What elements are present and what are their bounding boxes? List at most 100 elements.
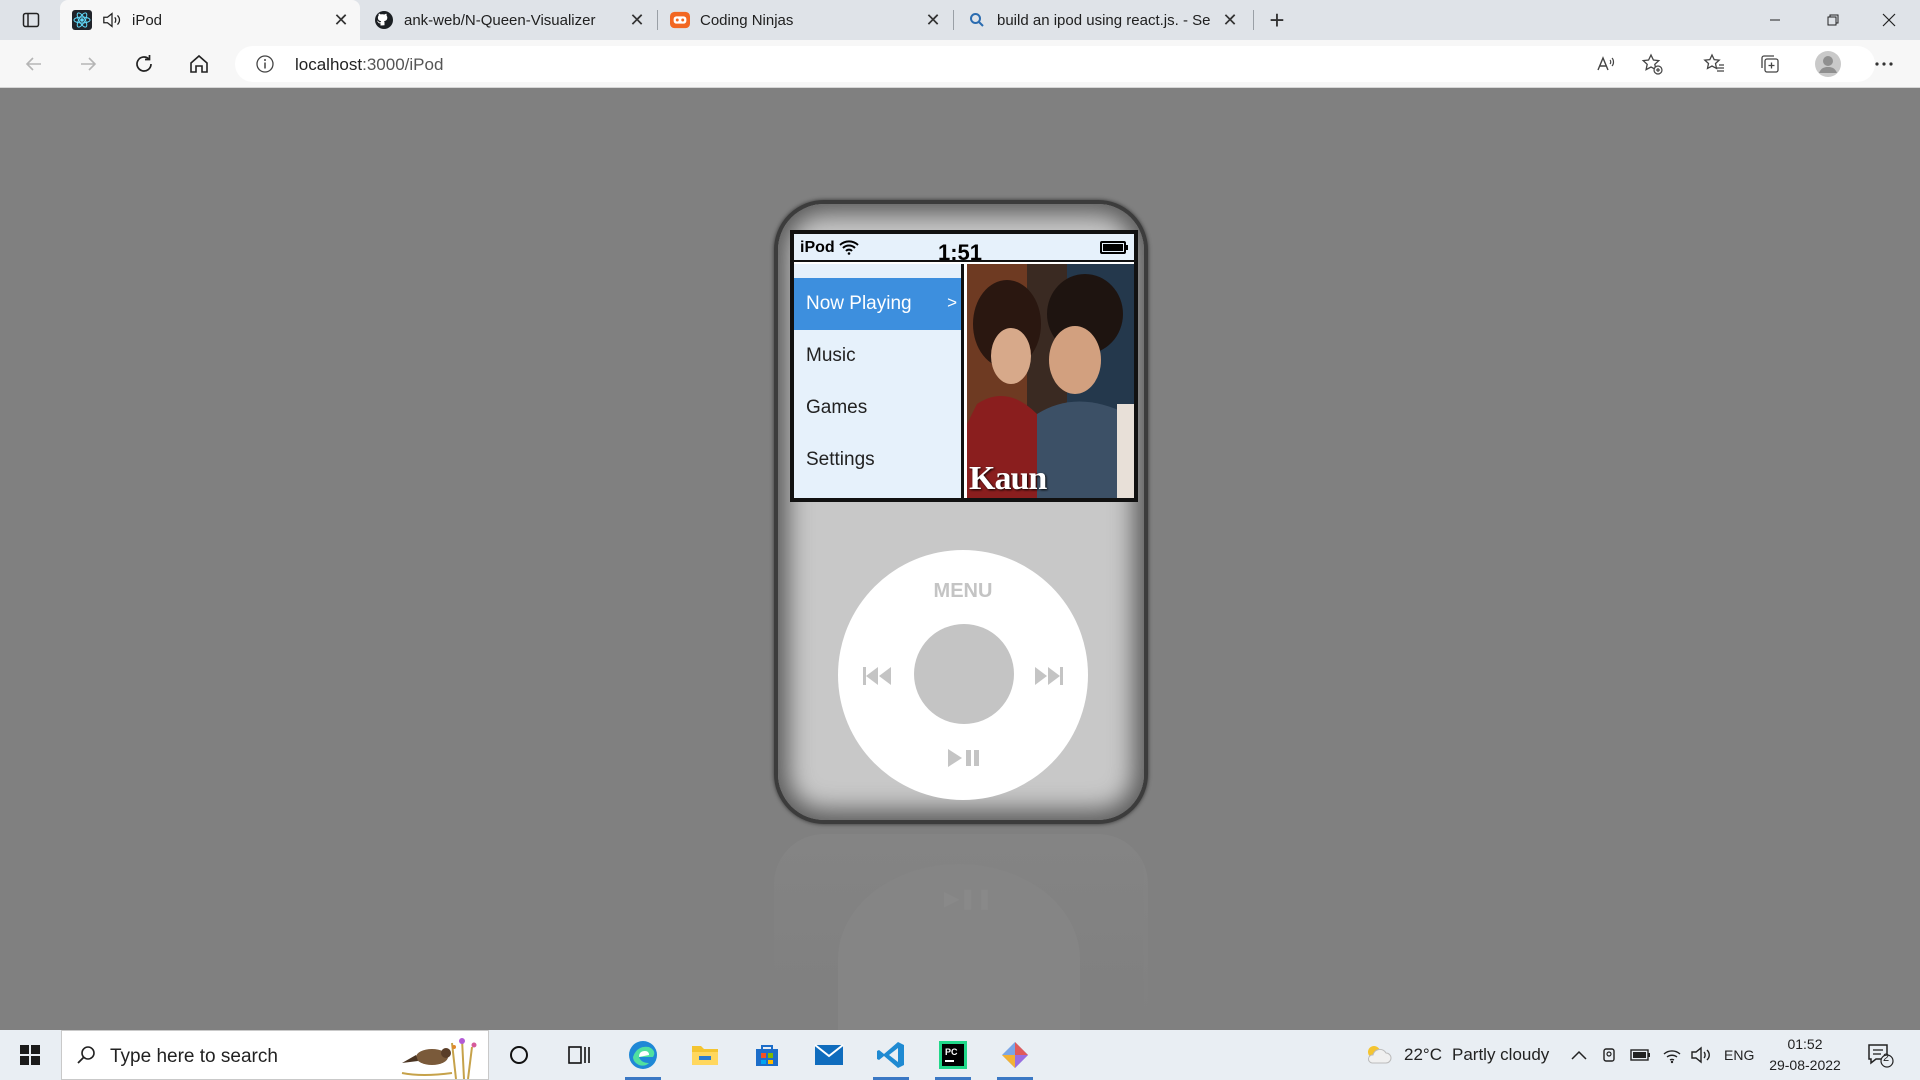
battery-icon — [1100, 241, 1128, 254]
volume-button[interactable] — [1690, 1030, 1712, 1080]
taskbar-edge[interactable] — [615, 1030, 671, 1080]
show-hidden-icons-button[interactable] — [1570, 1030, 1588, 1080]
battery-button[interactable] — [1630, 1030, 1652, 1080]
add-favorite-button[interactable] — [1634, 48, 1670, 80]
new-tab-button[interactable]: + — [1263, 5, 1291, 35]
play-pause-button[interactable] — [946, 746, 982, 770]
close-tab-icon[interactable]: ✕ — [1219, 9, 1241, 31]
taskbar-pycharm[interactable]: PC — [925, 1030, 981, 1080]
tab-strip: iPod ✕ ank-web/N-Queen-Visualizer ✕ Codi… — [0, 0, 1920, 40]
play-pause-reflection-icon: ▶❚❚ — [944, 888, 993, 910]
meet-now-icon — [1603, 1048, 1615, 1062]
task-view-button[interactable] — [551, 1030, 607, 1080]
taskbar-store[interactable] — [739, 1030, 795, 1080]
next-button[interactable] — [1032, 664, 1066, 688]
settings-menu-button[interactable] — [1866, 48, 1902, 80]
more-icon — [1875, 62, 1893, 66]
volume-icon — [1691, 1046, 1710, 1064]
close-tab-icon[interactable]: ✕ — [330, 9, 352, 31]
tab-title: ank-web/N-Queen-Visualizer — [404, 11, 596, 29]
forward-arrow-icon — [81, 57, 97, 71]
menu-item-music[interactable]: Music — [794, 330, 961, 382]
address-bar[interactable]: localhost:3000/iPod — [235, 46, 1875, 82]
rewind-icon — [863, 667, 891, 685]
partly-cloudy-icon — [1368, 1046, 1392, 1064]
taskbar-file-explorer[interactable] — [677, 1030, 733, 1080]
search-highlight-bird-icon — [401, 1038, 477, 1079]
tab-separator — [953, 10, 954, 30]
collections-button[interactable] — [1752, 48, 1788, 80]
ipod-brand-label: iPod — [800, 239, 835, 256]
minimize-icon — [1770, 19, 1780, 21]
ipod-menu: Now Playing > Music Games Settings — [794, 264, 964, 498]
coding-ninjas-icon — [670, 10, 690, 30]
wifi-icon — [1663, 1050, 1681, 1064]
url-path: :3000/iPod — [362, 55, 444, 74]
notification-icon — [1868, 1044, 1894, 1068]
taskbar-vscode[interactable] — [863, 1030, 919, 1080]
favorites-icon — [1703, 53, 1724, 72]
back-button[interactable] — [16, 48, 52, 80]
tab-actions-button[interactable] — [14, 6, 48, 34]
url-host: localhost — [295, 55, 363, 74]
refresh-button[interactable] — [126, 48, 162, 80]
favorites-button[interactable] — [1696, 48, 1732, 80]
menu-item-settings[interactable]: Settings — [794, 434, 961, 486]
forward-button[interactable] — [70, 48, 106, 80]
taskbar-time: 01:52 — [1787, 1036, 1823, 1052]
ipod-reflection: ▶❚❚ — [774, 834, 1148, 1054]
github-icon — [374, 10, 394, 30]
minimize-button[interactable] — [1752, 0, 1798, 40]
tab-coding-ninjas[interactable]: Coding Ninjas ✕ — [658, 0, 952, 40]
notification-count: 2 — [1883, 1052, 1890, 1064]
tab-actions-icon — [22, 12, 40, 28]
folder-icon — [692, 1046, 718, 1065]
close-icon — [1882, 13, 1896, 27]
menu-item-label: Games — [806, 397, 868, 418]
menu-item-now-playing[interactable]: Now Playing > — [794, 278, 961, 330]
input-language-button[interactable]: ENG — [1724, 1030, 1754, 1080]
search-icon — [77, 1046, 95, 1064]
speaker-icon[interactable] — [102, 10, 122, 30]
ipod-device: iPod 1:51 Now Playing > Music Games Sett… — [774, 200, 1148, 824]
url-text[interactable]: localhost:3000/iPod — [295, 55, 443, 75]
cortana-button[interactable] — [491, 1030, 547, 1080]
tab-title: build an ipod using react.js. - Se — [997, 11, 1211, 29]
center-select-button[interactable] — [914, 624, 1014, 724]
close-tab-icon[interactable]: ✕ — [626, 9, 648, 31]
previous-button[interactable] — [860, 664, 894, 688]
close-tab-icon[interactable]: ✕ — [922, 9, 944, 31]
meet-now-button[interactable] — [1601, 1030, 1619, 1080]
restore-button[interactable] — [1810, 0, 1856, 40]
close-window-button[interactable] — [1866, 0, 1912, 40]
click-wheel[interactable]: MENU — [838, 550, 1088, 800]
store-icon — [756, 1045, 778, 1066]
weather-widget[interactable]: 22°C Partly cloudy — [1364, 1030, 1549, 1080]
network-button[interactable] — [1662, 1030, 1682, 1080]
tab-search[interactable]: build an ipod using react.js. - Se ✕ — [955, 0, 1249, 40]
menu-button[interactable]: MENU — [928, 580, 998, 604]
back-arrow-icon — [25, 57, 41, 71]
weather-temperature: 22°C — [1404, 1045, 1442, 1064]
ipod-clock: 1:51 — [938, 240, 983, 265]
task-view-icon — [568, 1046, 590, 1064]
taskbar-git-app[interactable] — [987, 1030, 1043, 1080]
tab-ipod[interactable]: iPod ✕ — [60, 0, 360, 40]
taskbar-search-box[interactable]: Type here to search — [61, 1030, 489, 1080]
menu-item-games[interactable]: Games — [794, 382, 961, 434]
notification-center-button[interactable]: 2 — [1866, 1030, 1894, 1080]
git-app-icon — [1002, 1042, 1028, 1068]
restore-icon — [1827, 14, 1839, 26]
start-button[interactable] — [8, 1036, 52, 1074]
home-button[interactable] — [181, 48, 217, 80]
tab-github[interactable]: ank-web/N-Queen-Visualizer ✕ — [362, 0, 656, 40]
menu-item-label: Settings — [806, 449, 875, 470]
taskbar-mail[interactable] — [801, 1030, 857, 1080]
profile-button[interactable] — [1810, 48, 1846, 80]
info-icon[interactable] — [255, 54, 275, 74]
taskbar-clock[interactable]: 01:52 29-08-2022 — [1760, 1034, 1850, 1076]
read-aloud-button[interactable] — [1588, 48, 1624, 80]
refresh-icon — [136, 55, 152, 72]
avatar-icon — [1815, 51, 1841, 77]
mail-icon — [814, 1044, 844, 1065]
